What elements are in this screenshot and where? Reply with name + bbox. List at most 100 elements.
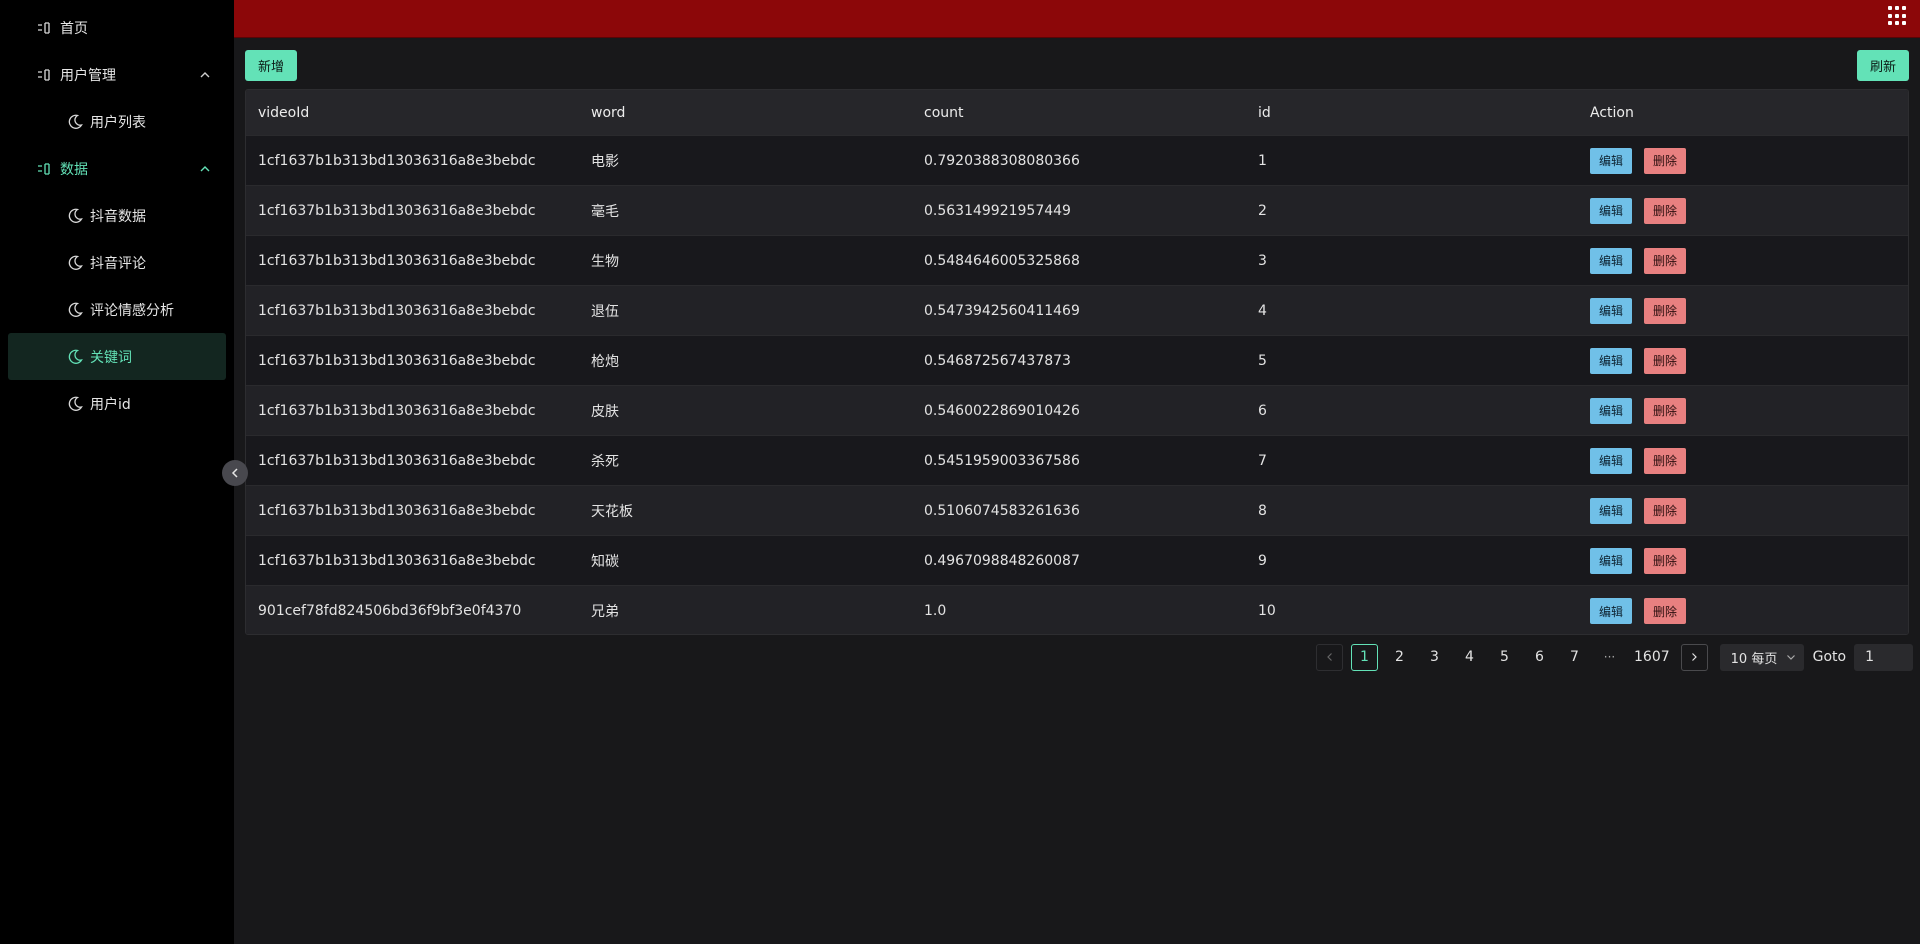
cell-actions: 编辑 删除 (1590, 236, 1698, 285)
delete-button[interactable]: 删除 (1644, 197, 1687, 224)
table-row: 1cf1637b1b313bd13036316a8e3bebdc 毫毛 0.5631… (246, 186, 1908, 236)
table-row: 901cef78fd824506bd36f9bf3e0f4370 兄弟 1.0 10 编… (246, 586, 1908, 634)
cell-videoid: 1cf1637b1b313bd13036316a8e3bebdc (258, 502, 536, 519)
sidebar-item-label: 用户列表 (90, 114, 146, 131)
table-header: videoId word count id Action (246, 90, 1908, 136)
edit-button[interactable]: 编辑 (1590, 598, 1633, 624)
sidebar-item-label: 用户id (90, 396, 131, 413)
cell-actions: 编辑 删除 (1590, 436, 1698, 485)
cell-word: 电影 (591, 153, 619, 170)
page-size-select[interactable]: 10 每页 (1719, 643, 1804, 671)
cell-videoid: 901cef78fd824506bd36f9bf3e0f4370 (258, 603, 522, 619)
edit-button[interactable]: 编辑 (1590, 347, 1633, 374)
delete-button[interactable]: 删除 (1644, 598, 1687, 624)
cell-id: 5 (1258, 352, 1267, 369)
cell-videoid: 1cf1637b1b313bd13036316a8e3bebdc (258, 402, 536, 419)
delete-button[interactable]: 删除 (1644, 397, 1687, 424)
cell-id: 7 (1258, 452, 1267, 469)
edit-button[interactable]: 编辑 (1590, 547, 1633, 574)
cell-word: 天花板 (591, 503, 633, 520)
cell-videoid: 1cf1637b1b313bd13036316a8e3bebdc (258, 452, 536, 469)
page-size-value: 10 每页 (1730, 651, 1778, 667)
page-last[interactable]: 1607 (1631, 644, 1673, 671)
moon-icon (64, 395, 86, 413)
cell-actions: 编辑 删除 (1590, 336, 1698, 385)
sidebar-item-label: 首页 (60, 20, 88, 37)
goto-label: Goto (1812, 649, 1847, 665)
next-page-button[interactable] (1680, 643, 1708, 671)
sidebar-item-6[interactable]: 评论情感分析 (0, 286, 234, 333)
data-table: videoId word count id Action 1cf1637b1b3… (245, 89, 1909, 635)
cell-id: 6 (1258, 402, 1267, 419)
edit-button[interactable]: 编辑 (1590, 297, 1633, 324)
delete-button[interactable]: 删除 (1644, 447, 1687, 474)
edit-button[interactable]: 编辑 (1590, 397, 1633, 424)
apps-grid-icon[interactable] (1888, 6, 1908, 26)
sidebar-item-label: 评论情感分析 (90, 302, 174, 319)
delete-button[interactable]: 删除 (1644, 497, 1687, 524)
page-ellipsis[interactable]: ··· (1596, 644, 1623, 671)
edit-button[interactable]: 编辑 (1590, 147, 1633, 174)
cell-word: 生物 (591, 253, 619, 270)
chevron-up-icon (198, 162, 212, 176)
edit-button[interactable]: 编辑 (1590, 247, 1633, 274)
cell-id: 10 (1258, 603, 1276, 619)
sidebar-item-7[interactable]: 关键词 (8, 333, 226, 380)
cell-id: 3 (1258, 252, 1267, 269)
chevron-up-icon (198, 68, 212, 82)
cell-videoid: 1cf1637b1b313bd13036316a8e3bebdc (258, 152, 536, 169)
sidebar-item-4[interactable]: 抖音数据 (0, 192, 234, 239)
delete-button[interactable]: 删除 (1644, 297, 1687, 324)
add-button[interactable]: 新增 (245, 50, 298, 81)
page-5[interactable]: 5 (1491, 644, 1518, 671)
sidebar-item-3[interactable]: 数据 (0, 145, 234, 192)
edit-button[interactable]: 编辑 (1590, 447, 1633, 474)
moon-icon (64, 301, 86, 319)
sidebar-item-0[interactable]: 首页 (0, 4, 234, 51)
cell-actions: 编辑 删除 (1590, 186, 1698, 235)
page-2[interactable]: 2 (1386, 644, 1413, 671)
sidebar-item-label: 抖音数据 (90, 208, 146, 225)
page-7[interactable]: 7 (1561, 644, 1588, 671)
edit-button[interactable]: 编辑 (1590, 497, 1633, 524)
sidebar-item-label: 抖音评论 (90, 255, 146, 272)
menu-icon (34, 19, 56, 37)
sidebar-item-8[interactable]: 用户id (0, 380, 234, 427)
page-3[interactable]: 3 (1421, 644, 1448, 671)
sidebar-collapse-button[interactable] (222, 460, 248, 486)
table-row: 1cf1637b1b313bd13036316a8e3bebdc 退伍 0.5473… (246, 286, 1908, 336)
sidebar-item-2[interactable]: 用户列表 (0, 98, 234, 145)
delete-button[interactable]: 删除 (1644, 347, 1687, 374)
cell-actions: 编辑 删除 (1590, 486, 1698, 535)
edit-button[interactable]: 编辑 (1590, 197, 1633, 224)
chevron-down-icon (1786, 654, 1795, 660)
pagination: 1234567 ··· 1607 10 每页 Goto (1316, 643, 1914, 671)
cell-videoid: 1cf1637b1b313bd13036316a8e3bebdc (258, 552, 536, 569)
page-6[interactable]: 6 (1526, 644, 1553, 671)
cell-id: 1 (1258, 152, 1267, 169)
page-4[interactable]: 4 (1456, 644, 1483, 671)
cell-count: 0.546872567437873 (924, 352, 1071, 369)
delete-button[interactable]: 删除 (1644, 247, 1687, 274)
cell-count: 0.5460022869010426 (924, 402, 1080, 419)
column-header-word: word (591, 104, 626, 121)
cell-videoid: 1cf1637b1b313bd13036316a8e3bebdc (258, 302, 536, 319)
top-header (234, 0, 1920, 38)
cell-count: 0.7920388308080366 (924, 152, 1080, 169)
cell-count: 0.5473942560411469 (924, 302, 1080, 319)
sidebar-menu: 首页用户管理用户列表数据抖音数据抖音评论评论情感分析关键词用户id (0, 4, 234, 427)
goto-input[interactable] (1854, 643, 1914, 671)
page-1[interactable]: 1 (1351, 643, 1378, 671)
sidebar-item-1[interactable]: 用户管理 (0, 51, 234, 98)
sidebar-item-5[interactable]: 抖音评论 (0, 239, 234, 286)
prev-page-button[interactable] (1316, 643, 1343, 671)
refresh-button[interactable]: 刷新 (1856, 50, 1909, 81)
table-row: 1cf1637b1b313bd13036316a8e3bebdc 枪炮 0.5468… (246, 336, 1908, 386)
cell-actions: 编辑 删除 (1590, 286, 1698, 335)
cell-count: 0.5451959003367586 (924, 452, 1080, 469)
cell-count: 0.5484646005325868 (924, 252, 1080, 269)
delete-button[interactable]: 删除 (1644, 547, 1687, 574)
delete-button[interactable]: 删除 (1644, 147, 1687, 174)
moon-icon (64, 348, 86, 366)
column-header-videoid: videoId (258, 104, 310, 121)
